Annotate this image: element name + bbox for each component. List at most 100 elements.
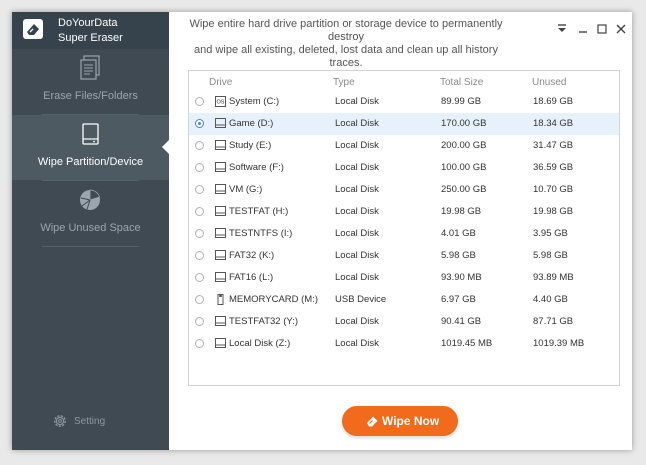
svg-text:OS: OS — [217, 100, 225, 106]
table-row[interactable]: FAT32 (K:) Local Disk 5.98 GB 5.98 GB — [189, 245, 619, 267]
drive-type: Local Disk — [335, 140, 379, 151]
sidebar-item-wipe-unused-space[interactable]: Wipe Unused Space — [12, 181, 169, 246]
drive-unused: 31.47 GB — [533, 140, 574, 151]
drive-name: Study (E:) — [229, 140, 272, 151]
brand-header: DoYourData Super Eraser — [12, 12, 169, 49]
drive-name: TESTNTFS (I:) — [229, 228, 293, 239]
radio-button[interactable] — [195, 317, 204, 326]
drive-total-size: 6.97 GB — [441, 294, 476, 305]
column-header-type: Type — [333, 77, 355, 88]
sidebar-item-erase-files[interactable]: Erase Files/Folders — [12, 49, 169, 114]
radio-button[interactable] — [195, 273, 204, 282]
drive-name: Software (F:) — [229, 162, 284, 173]
drive-unused: 4.40 GB — [533, 294, 568, 305]
sidebar-item-label: Wipe Partition/Device — [37, 156, 144, 168]
drive-icon — [215, 250, 226, 260]
table-row[interactable]: Software (F:) Local Disk 100.00 GB 36.59… — [189, 157, 619, 179]
pie-chart-icon — [80, 189, 101, 210]
brand-name: DoYourData Super Eraser — [58, 16, 123, 46]
drive-total-size: 89.99 GB — [441, 96, 482, 107]
drive-type: Local Disk — [335, 162, 379, 173]
table-row[interactable]: MEMORYCARD (M:) USB Device 6.97 GB 4.40 … — [189, 289, 619, 311]
drive-unused: 36.59 GB — [533, 162, 574, 173]
drive-unused: 3.95 GB — [533, 228, 568, 239]
drive-type: Local Disk — [335, 316, 379, 327]
drive-unused: 10.70 GB — [533, 184, 574, 195]
radio-button[interactable] — [195, 163, 204, 172]
maximize-icon[interactable] — [595, 22, 609, 36]
radio-button[interactable] — [195, 141, 204, 150]
column-header-drive: Drive — [209, 77, 233, 88]
drive-unused: 19.98 GB — [533, 206, 574, 217]
table-row[interactable]: Local Disk (Z:) Local Disk 1019.45 MB 10… — [189, 333, 619, 355]
drive-name: System (C:) — [229, 96, 280, 107]
drive-name: VM (G:) — [229, 184, 263, 195]
radio-button[interactable] — [195, 97, 204, 106]
drive-total-size: 250.00 GB — [441, 184, 487, 195]
table-row[interactable]: VM (G:) Local Disk 250.00 GB 10.70 GB — [189, 179, 619, 201]
table-row[interactable]: TESTFAT32 (Y:) Local Disk 90.41 GB 87.71… — [189, 311, 619, 333]
minimize-icon[interactable] — [576, 22, 590, 36]
page-description: Wipe entire hard drive partition or stor… — [186, 18, 506, 70]
drive-icon — [215, 184, 226, 194]
radio-button[interactable] — [195, 119, 204, 128]
table-row[interactable]: TESTFAT (H:) Local Disk 19.98 GB 19.98 G… — [189, 201, 619, 223]
table-row[interactable]: OS System (C:) Local Disk 89.99 GB 18.69… — [189, 91, 619, 113]
drive-total-size: 170.00 GB — [441, 118, 487, 129]
close-icon[interactable] — [614, 22, 628, 36]
drive-icon — [215, 228, 226, 238]
drive-name: Local Disk (Z:) — [229, 338, 291, 349]
drive-total-size: 19.98 GB — [441, 206, 482, 217]
table-row[interactable]: Game (D:) Local Disk 170.00 GB 18.34 GB — [189, 113, 619, 135]
table-row[interactable]: FAT16 (L:) Local Disk 93.90 MB 93.89 MB — [189, 267, 619, 289]
setting-label: Setting — [74, 416, 106, 427]
drive-icon — [215, 272, 226, 282]
drive-name: FAT16 (L:) — [229, 272, 274, 283]
drive-name: TESTFAT (H:) — [229, 206, 289, 217]
drive-icon — [215, 162, 226, 172]
radio-button[interactable] — [195, 339, 204, 348]
drive-icon — [215, 140, 226, 150]
eraser-logo-icon — [23, 19, 43, 39]
drive-type: Local Disk — [335, 118, 379, 129]
radio-button[interactable] — [195, 185, 204, 194]
radio-button[interactable] — [195, 295, 204, 304]
eraser-icon — [367, 416, 378, 427]
drive-type: Local Disk — [335, 250, 379, 261]
drive-type: Local Disk — [335, 96, 379, 107]
drive-unused: 1019.39 MB — [533, 338, 585, 349]
hard-drive-icon — [82, 123, 99, 145]
sidebar-item-label: Erase Files/Folders — [43, 90, 138, 102]
drive-name: Game (D:) — [229, 118, 274, 129]
drive-unused: 18.34 GB — [533, 118, 574, 129]
drive-total-size: 90.41 GB — [441, 316, 482, 327]
drive-total-size: 5.98 GB — [441, 250, 476, 261]
drive-total-size: 93.90 MB — [441, 272, 482, 283]
drive-type: Local Disk — [335, 228, 379, 239]
sidebar-item-wipe-partition[interactable]: Wipe Partition/Device — [12, 115, 170, 180]
table-row[interactable]: Study (E:) Local Disk 200.00 GB 31.47 GB — [189, 135, 619, 157]
drive-total-size: 4.01 GB — [441, 228, 476, 239]
pin-icon[interactable] — [555, 22, 569, 36]
drive-type: Local Disk — [335, 206, 379, 217]
app-window: DoYourData Super Eraser Erase Files/Fold… — [12, 12, 632, 450]
radio-button[interactable] — [195, 229, 204, 238]
drive-unused: 87.71 GB — [533, 316, 574, 327]
drive-type: USB Device — [335, 294, 387, 305]
drive-icon — [215, 338, 226, 348]
drive-name: TESTFAT32 (Y:) — [229, 316, 298, 327]
radio-button[interactable] — [195, 251, 204, 260]
gear-icon — [54, 415, 66, 427]
drive-total-size: 1019.45 MB — [441, 338, 493, 349]
sidebar-item-label: Wipe Unused Space — [40, 222, 141, 234]
sidebar: DoYourData Super Eraser Erase Files/Fold… — [12, 12, 170, 450]
drive-name: MEMORYCARD (M:) — [229, 294, 319, 305]
column-header-total-size: Total Size — [440, 77, 484, 88]
radio-button[interactable] — [195, 207, 204, 216]
brand-line1: DoYourData — [58, 17, 118, 29]
table-row[interactable]: TESTNTFS (I:) Local Disk 4.01 GB 3.95 GB — [189, 223, 619, 245]
description-line2: and wipe all existing, deleted, lost dat… — [194, 44, 498, 69]
wipe-now-button[interactable]: Wipe Now — [342, 406, 458, 436]
drive-unused: 18.69 GB — [533, 96, 574, 107]
drive-unused: 93.89 MB — [533, 272, 574, 283]
